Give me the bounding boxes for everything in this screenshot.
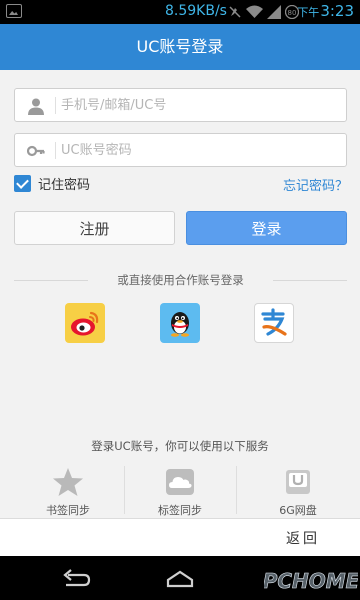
u-storage-icon [286,470,310,494]
remember-password[interactable]: 记住密码 [14,174,91,193]
clock-prefix: 下午 [297,6,320,19]
status-bar: 8.59KB/s 80 下午3:23 [0,0,360,24]
gallery-icon [6,4,22,18]
password-field-box[interactable] [14,133,347,167]
clock-time: 3:23 [320,2,354,20]
partner-login-label: 或直接使用合作账号登录 [14,272,347,288]
cloud-icon [166,469,194,495]
bookmark-sync[interactable]: 书签同步 [8,460,128,518]
register-button[interactable]: 注册 [14,211,175,245]
divider [236,466,237,514]
weibo-login-button[interactable] [65,303,105,343]
wifi-icon [246,5,263,18]
login-button[interactable]: 登录 [186,211,347,245]
page-title: UC账号登录 [136,37,224,56]
services-row: 书签同步 标签同步 6G网盘 [0,460,360,518]
user-icon [28,98,44,115]
alipay-icon [261,308,287,336]
password-input[interactable] [61,134,341,166]
tab-sync[interactable]: 标签同步 [120,460,240,518]
field-divider [55,97,56,114]
status-icons: 80 [228,4,299,20]
clock: 下午3:23 [297,2,354,20]
service-label: 书签同步 [46,504,90,517]
forgot-password-link[interactable]: 忘记密码？ [283,175,348,194]
key-icon [27,145,45,157]
alipay-login-button[interactable] [254,303,294,343]
cloud-disk[interactable]: 6G网盘 [238,460,358,518]
svg-text:PCHOME: PCHOME [264,569,358,593]
remember-checkbox[interactable] [14,174,31,192]
services-note: 登录UC账号，你可以使用以下服务 [91,439,269,453]
account-input[interactable] [61,89,341,121]
no-call-icon [229,6,241,18]
title-bar: UC账号登录 [0,24,360,70]
account-field-box[interactable] [14,88,347,122]
pchome-watermark: PCHOME [264,569,358,594]
service-label: 6G网盘 [279,504,317,517]
field-divider [55,142,56,159]
service-label: 标签同步 [158,504,202,517]
signal-icon [267,5,281,19]
remember-label: 记住密码 [38,177,91,193]
qq-penguin-icon [171,312,189,337]
home-nav-icon[interactable] [162,566,198,590]
weibo-icon [71,311,99,336]
bottom-bar: 返回 [0,518,360,556]
back-button[interactable]: 返回 [286,528,320,548]
star-icon [53,468,83,496]
back-nav-icon[interactable] [58,566,94,590]
qq-login-button[interactable] [160,303,200,343]
svg-text:80: 80 [288,9,297,17]
network-speed: 8.59KB/s [165,3,227,19]
